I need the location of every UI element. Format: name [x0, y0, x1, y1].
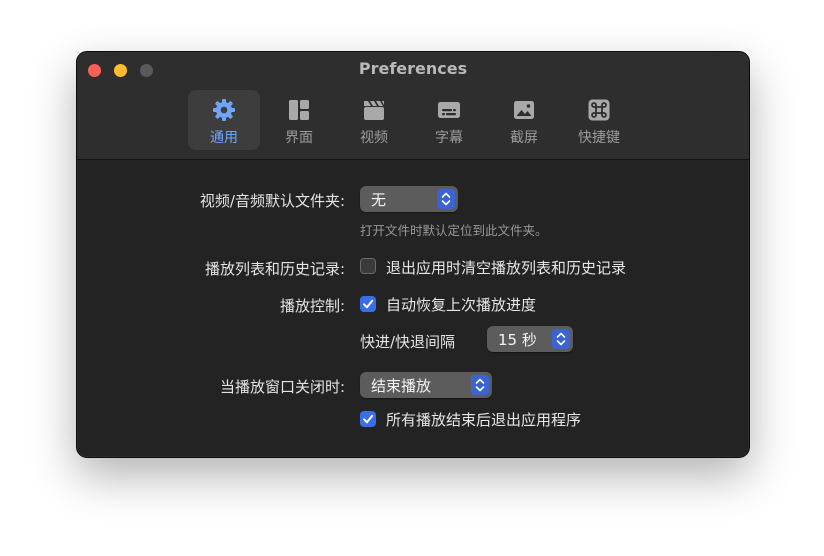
resume-playback-checkbox[interactable]: [360, 296, 376, 312]
tab-label: 快捷键: [578, 130, 620, 146]
clapperboard-icon: [364, 101, 384, 120]
seek-interval-value: 15 秒: [498, 331, 537, 349]
subtitles-icon: [438, 102, 460, 118]
tab-label: 视频: [360, 130, 388, 146]
tab-label: 通用: [210, 130, 238, 146]
tab-screenshot[interactable]: 截屏: [488, 90, 560, 150]
tab-shortcuts[interactable]: 快捷键: [563, 90, 635, 150]
preferences-window: Preferences 通用 界面 视频 字幕 截屏 快捷键 视频/音频默认文件…: [76, 51, 750, 458]
default-folder-hint: 打开文件时默认定位到此文件夹。: [360, 223, 548, 238]
chevron-up-down-icon: [437, 189, 455, 209]
checkmark-icon: [363, 299, 374, 309]
tab-subtitles[interactable]: 字幕: [413, 90, 485, 150]
clear-history-checkbox[interactable]: [360, 258, 376, 274]
history-label: 播放列表和历史记录:: [204, 260, 345, 278]
tab-video[interactable]: 视频: [338, 90, 410, 150]
tab-general[interactable]: 通用: [188, 90, 260, 150]
command-key-icon: [588, 99, 610, 121]
on-close-value: 结束播放: [371, 377, 432, 395]
quit-after-playback-checkbox[interactable]: [360, 411, 376, 427]
clear-history-checkbox-label: 退出应用时清空播放列表和历史记录: [386, 259, 627, 277]
default-folder-popup[interactable]: 无: [360, 186, 458, 212]
toolbar: Preferences 通用 界面 视频 字幕 截屏 快捷键: [77, 52, 749, 160]
seek-interval-popup[interactable]: 15 秒: [487, 326, 573, 352]
chevron-up-down-icon: [471, 375, 489, 395]
tab-label: 界面: [285, 130, 313, 146]
quit-after-playback-checkbox-label: 所有播放结束后退出应用程序: [386, 411, 582, 429]
seek-interval-label: 快进/快退间隔: [360, 333, 456, 351]
tab-label: 字幕: [435, 130, 463, 146]
default-folder-value: 无: [371, 191, 387, 209]
chevron-up-down-icon: [552, 329, 570, 349]
picture-icon: [514, 101, 534, 119]
gear-icon: [213, 99, 235, 121]
on-close-popup[interactable]: 结束播放: [360, 372, 492, 398]
window-title: Preferences: [358, 59, 468, 78]
checkmark-icon: [363, 414, 374, 424]
layout-icon: [289, 100, 309, 120]
tab-interface[interactable]: 界面: [263, 90, 335, 150]
on-close-label: 当播放窗口关闭时:: [219, 378, 345, 396]
default-folder-label: 视频/音频默认文件夹:: [199, 192, 345, 210]
tab-label: 截屏: [510, 130, 538, 146]
playback-control-label: 播放控制:: [279, 297, 345, 315]
resume-playback-checkbox-label: 自动恢复上次播放进度: [386, 296, 537, 314]
